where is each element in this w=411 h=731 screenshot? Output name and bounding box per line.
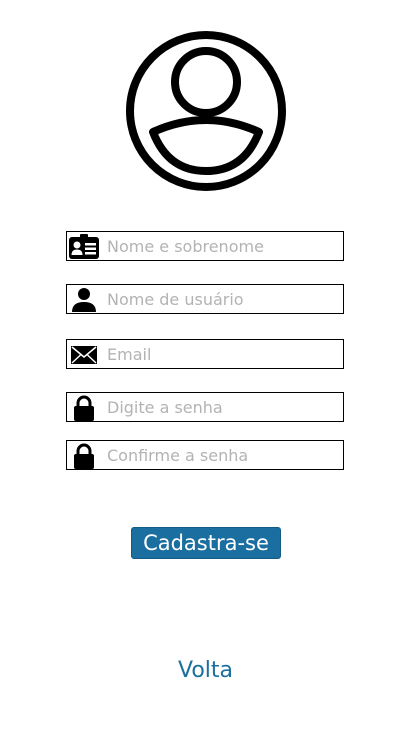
lock-icon	[69, 395, 99, 421]
password-field[interactable]	[66, 392, 344, 422]
lock-icon	[69, 443, 99, 469]
email-input[interactable]	[107, 340, 337, 368]
id-card-icon	[69, 234, 99, 260]
email-field[interactable]	[66, 339, 344, 369]
confirm-password-input[interactable]	[107, 441, 337, 469]
register-button[interactable]: Cadastra-se	[131, 527, 281, 559]
back-link[interactable]: Volta	[0, 658, 411, 683]
confirm-password-field[interactable]	[66, 440, 344, 470]
username-field[interactable]	[66, 284, 344, 314]
password-input[interactable]	[107, 393, 337, 421]
user-circle-icon	[124, 29, 289, 194]
envelope-icon	[69, 342, 99, 368]
full-name-input[interactable]	[107, 232, 337, 260]
person-icon	[69, 287, 99, 313]
full-name-field[interactable]	[66, 231, 344, 261]
username-input[interactable]	[107, 285, 337, 313]
